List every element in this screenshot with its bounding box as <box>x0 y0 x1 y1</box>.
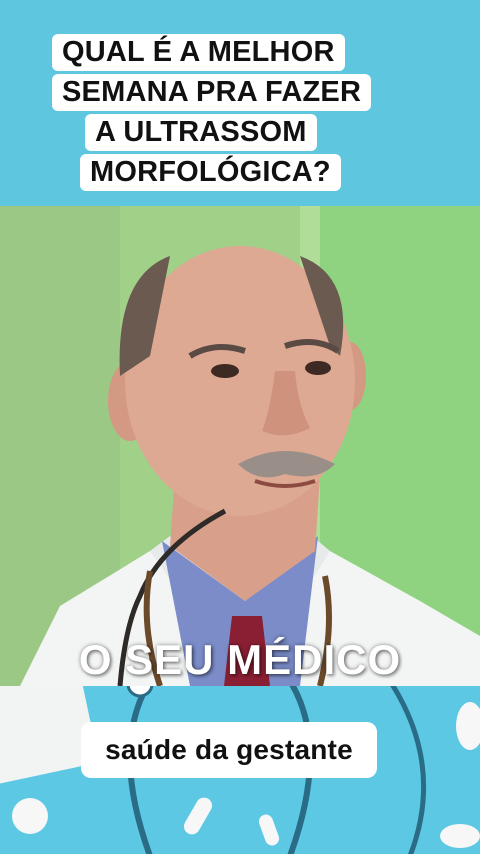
top-banner: QUAL É A MELHOR SEMANA PRA FAZER A ULTRA… <box>0 0 480 206</box>
title-line-2: SEMANA PRA FAZER <box>52 74 372 111</box>
title-line-1: QUAL É A MELHOR <box>52 34 345 71</box>
title-card: QUAL É A MELHOR SEMANA PRA FAZER A ULTRA… <box>50 34 376 194</box>
caption-label: saúde da gestante <box>81 722 377 778</box>
doctor-video-image <box>0 206 480 686</box>
title-line-4: MORFOLÓGICA? <box>80 154 341 191</box>
title-line-3: A ULTRASSOM <box>85 114 317 151</box>
video-frame[interactable]: O SEU MÉDICO <box>0 206 480 686</box>
video-overlay-text: O SEU MÉDICO <box>78 636 402 683</box>
